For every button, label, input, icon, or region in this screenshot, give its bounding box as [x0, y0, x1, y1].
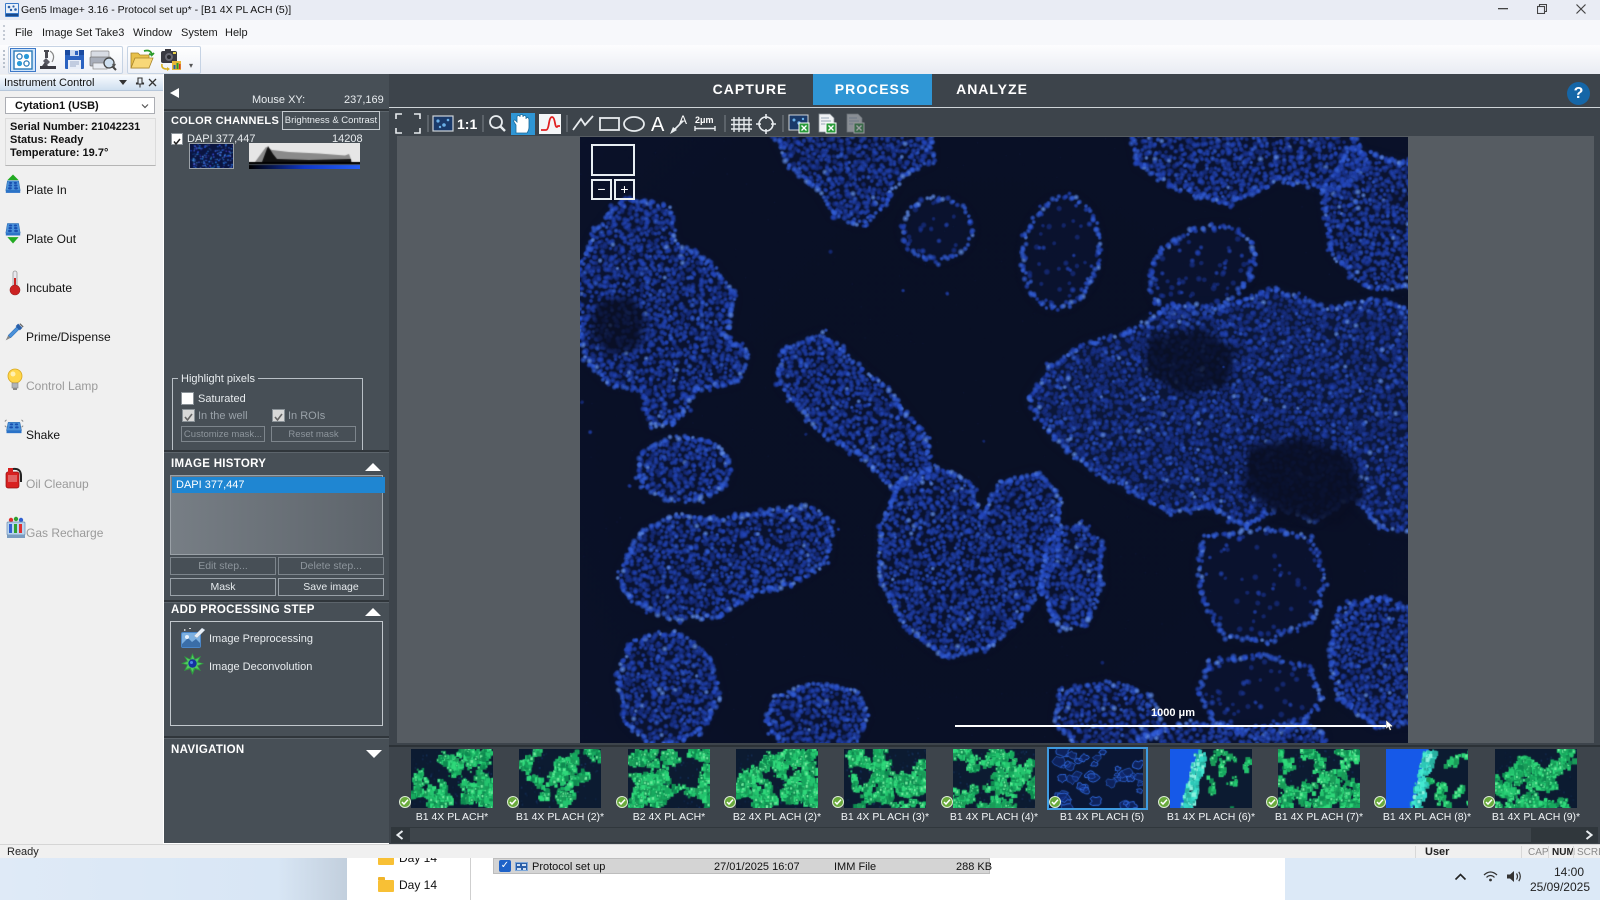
- svg-text:1:1: 1:1: [457, 116, 477, 132]
- svg-text:2μm: 2μm: [695, 115, 714, 125]
- svg-text:A: A: [651, 114, 665, 135]
